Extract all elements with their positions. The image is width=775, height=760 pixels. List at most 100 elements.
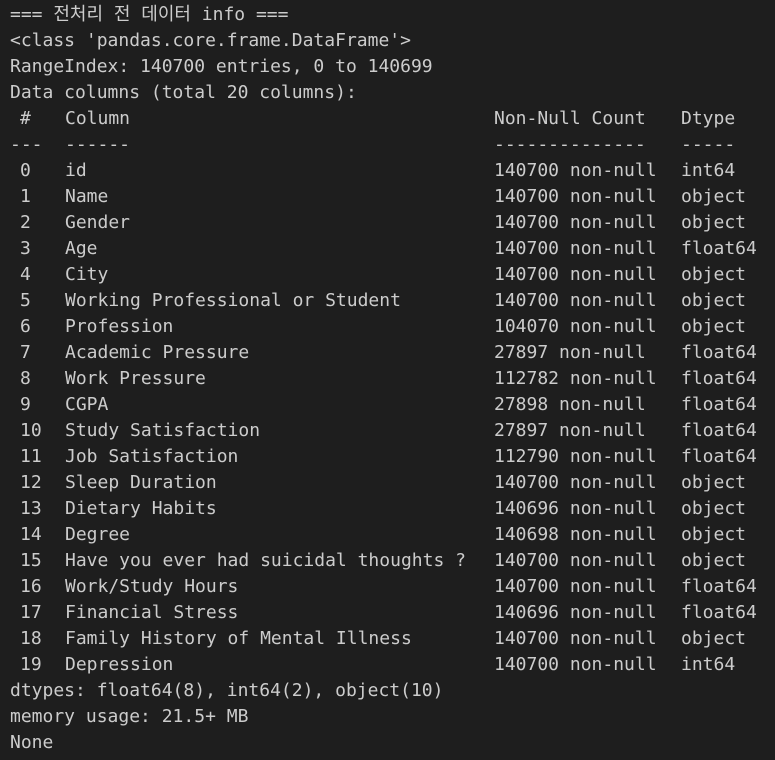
table-row: 5 Working Professional or Student 140700 n… [10,288,775,314]
row-dtype: object [681,212,747,233]
row-non-null-count: 140700 non-null [494,212,657,233]
row-index: 12 [20,472,42,493]
row-column-name: Working Professional or Student [65,290,401,311]
row-index: 2 [20,212,31,233]
table-row: 17 Financial Stress 140696 non-null float64 [10,600,775,626]
row-column-name: Job Satisfaction [65,446,239,467]
header-dtype: Dtype [681,108,736,129]
row-non-null-count: 140700 non-null [494,264,657,285]
row-dtype: float64 [681,446,757,467]
row-index: 4 [20,264,31,285]
row-dtype: float64 [681,576,757,597]
row-index: 19 [20,654,42,675]
row-column-name: Profession [65,316,174,337]
row-non-null-count: 140700 non-null [494,628,657,649]
row-dtype: object [681,628,747,649]
row-dtype: object [681,550,747,571]
row-non-null-count: 140700 non-null [494,290,657,311]
row-column-name: Name [65,186,109,207]
row-non-null-count: 140700 non-null [494,550,657,571]
row-index: 17 [20,602,42,623]
row-column-name: Age [65,238,98,259]
row-non-null-count: 112782 non-null [494,368,657,389]
separator-dtype: ----- [681,134,736,155]
row-non-null-count: 112790 non-null [494,446,657,467]
table-row: 3 Age 140700 non-null float64 [10,236,775,262]
data-columns-line: Data columns (total 20 columns): [10,82,357,103]
table-row: 10 Study Satisfaction 27897 non-null float6… [10,418,775,444]
row-column-name: Academic Pressure [65,342,250,363]
row-column-name: id [65,160,87,181]
row-non-null-count: 140700 non-null [494,654,657,675]
table-row: 0 id 140700 non-null int64 [10,158,775,184]
row-index: 0 [20,160,31,181]
table-row: 6 Profession 104070 non-null object [10,314,775,340]
row-non-null-count: 27897 non-null [494,342,646,363]
row-non-null-count: 140696 non-null [494,498,657,519]
row-column-name: Work/Study Hours [65,576,239,597]
row-index: 13 [20,498,42,519]
row-non-null-count: 140700 non-null [494,160,657,181]
row-dtype: float64 [681,368,757,389]
row-column-name: Have you ever had suicidal thoughts ? [65,550,466,571]
row-dtype: object [681,498,747,519]
row-index: 6 [20,316,31,337]
row-dtype: int64 [681,654,736,675]
row-dtype: int64 [681,160,736,181]
column-rows: 0 id 140700 non-null int64 1 Name 140700 non-n… [10,158,775,678]
row-dtype: object [681,290,747,311]
row-index: 16 [20,576,42,597]
table-row: 4 City 140700 non-null object [10,262,775,288]
row-index: 9 [20,394,31,415]
row-dtype: float64 [681,342,757,363]
row-dtype: object [681,524,747,545]
separator-index: --- [10,134,43,155]
table-header-row: # Column Non-Null Count Dtype [10,106,775,132]
row-column-name: CGPA [65,394,109,415]
row-column-name: Family History of Mental Illness [65,628,412,649]
table-row: 18 Family History of Mental Illness 140700… [10,626,775,652]
table-row: 12 Sleep Duration 140700 non-null object [10,470,775,496]
row-dtype: float64 [681,394,757,415]
class-line: <class 'pandas.core.frame.DataFrame'> [10,30,411,51]
row-non-null-count: 140700 non-null [494,576,657,597]
row-index: 18 [20,628,42,649]
row-column-name: Degree [65,524,131,545]
table-row: 14 Degree 140698 non-null object [10,522,775,548]
row-index: 3 [20,238,31,259]
table-row: 15 Have you ever had suicidal thoughts ? 1… [10,548,775,574]
row-index: 14 [20,524,42,545]
table-row: 2 Gender 140700 non-null object [10,210,775,236]
dtypes-line: dtypes: float64(8), int64(2), object(10) [10,680,444,701]
table-row: 16 Work/Study Hours 140700 non-null float64 [10,574,775,600]
row-non-null-count: 140700 non-null [494,472,657,493]
return-value-line: None [10,732,54,753]
row-index: 5 [20,290,31,311]
row-column-name: Study Satisfaction [65,420,261,441]
table-row: 1 Name 140700 non-null object [10,184,775,210]
row-non-null-count: 27897 non-null [494,420,646,441]
row-non-null-count: 140696 non-null [494,602,657,623]
row-column-name: Gender [65,212,131,233]
row-dtype: float64 [681,420,757,441]
row-column-name: Dietary Habits [65,498,217,519]
row-index: 15 [20,550,42,571]
table-row: 7 Academic Pressure 27897 non-null float64 [10,340,775,366]
range-index-line: RangeIndex: 140700 entries, 0 to 140699 [10,56,433,77]
row-index: 1 [20,186,31,207]
memory-line: memory usage: 21.5+ MB [10,706,249,727]
row-dtype: object [681,316,747,337]
row-column-name: Depression [65,654,174,675]
row-dtype: object [681,264,747,285]
row-dtype: float64 [681,238,757,259]
row-dtype: float64 [681,602,757,623]
output-header: === 전처리 전 데이터 info === [10,4,289,25]
row-non-null-count: 140700 non-null [494,186,657,207]
row-column-name: Sleep Duration [65,472,217,493]
row-index: 10 [20,420,42,441]
header-index: # [20,108,31,129]
separator-column: ------ [65,134,131,155]
header-column: Column [65,108,131,129]
terminal-output: === 전처리 전 데이터 info === <class 'pandas.co… [10,2,775,756]
row-dtype: object [681,472,747,493]
